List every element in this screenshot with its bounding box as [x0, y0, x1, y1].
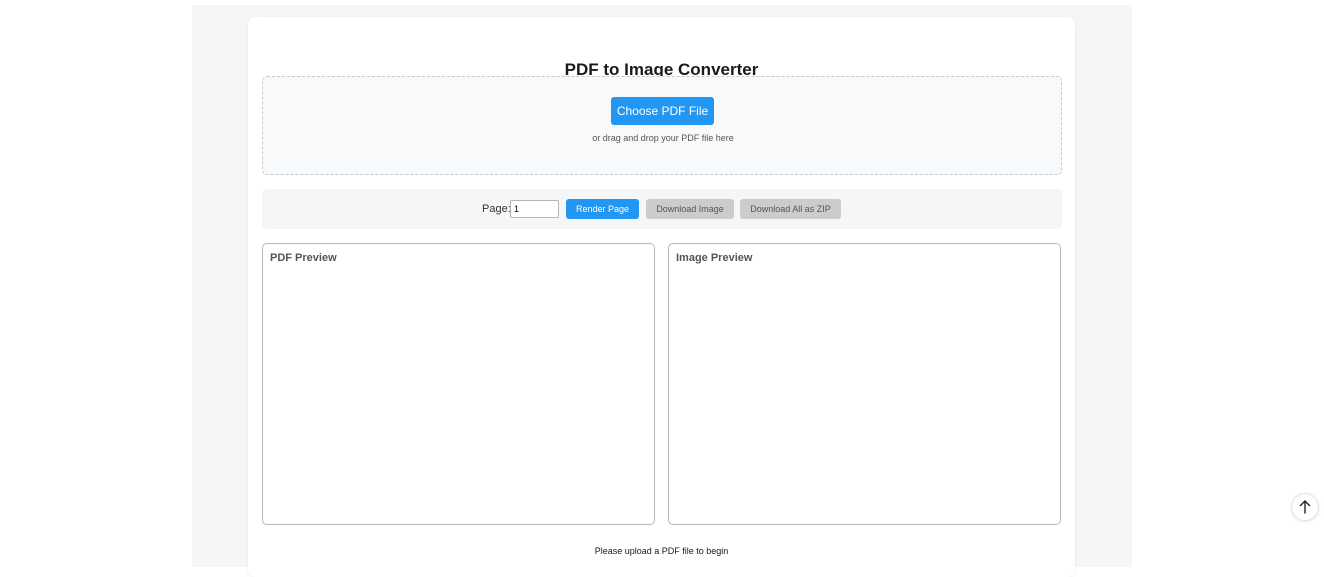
pdf-preview-title: PDF Preview	[270, 252, 337, 264]
drop-hint-text: or drag and drop your PDF file here	[592, 133, 734, 143]
arrow-up-icon	[1299, 500, 1311, 514]
image-preview-panel: Image Preview	[668, 243, 1061, 525]
choose-pdf-button[interactable]: Choose PDF File	[611, 97, 714, 125]
status-message: Please upload a PDF file to begin	[594, 546, 729, 556]
page-label: Page:	[482, 203, 511, 215]
page-number-input[interactable]	[510, 200, 559, 218]
pdf-dropzone[interactable]: Choose PDF File or drag and drop your PD…	[262, 76, 1062, 175]
render-page-button[interactable]: Render Page	[566, 199, 639, 219]
image-preview-title: Image Preview	[676, 252, 753, 264]
scroll-to-top-button[interactable]	[1291, 493, 1319, 521]
converter-card: PDF to Image Converter Choose PDF File o…	[248, 17, 1075, 577]
download-image-button[interactable]: Download Image	[646, 199, 734, 219]
controls-bar: Page: Render Page Download Image Downloa…	[262, 189, 1062, 229]
download-zip-button[interactable]: Download All as ZIP	[740, 199, 841, 219]
pdf-preview-panel: PDF Preview	[262, 243, 655, 525]
